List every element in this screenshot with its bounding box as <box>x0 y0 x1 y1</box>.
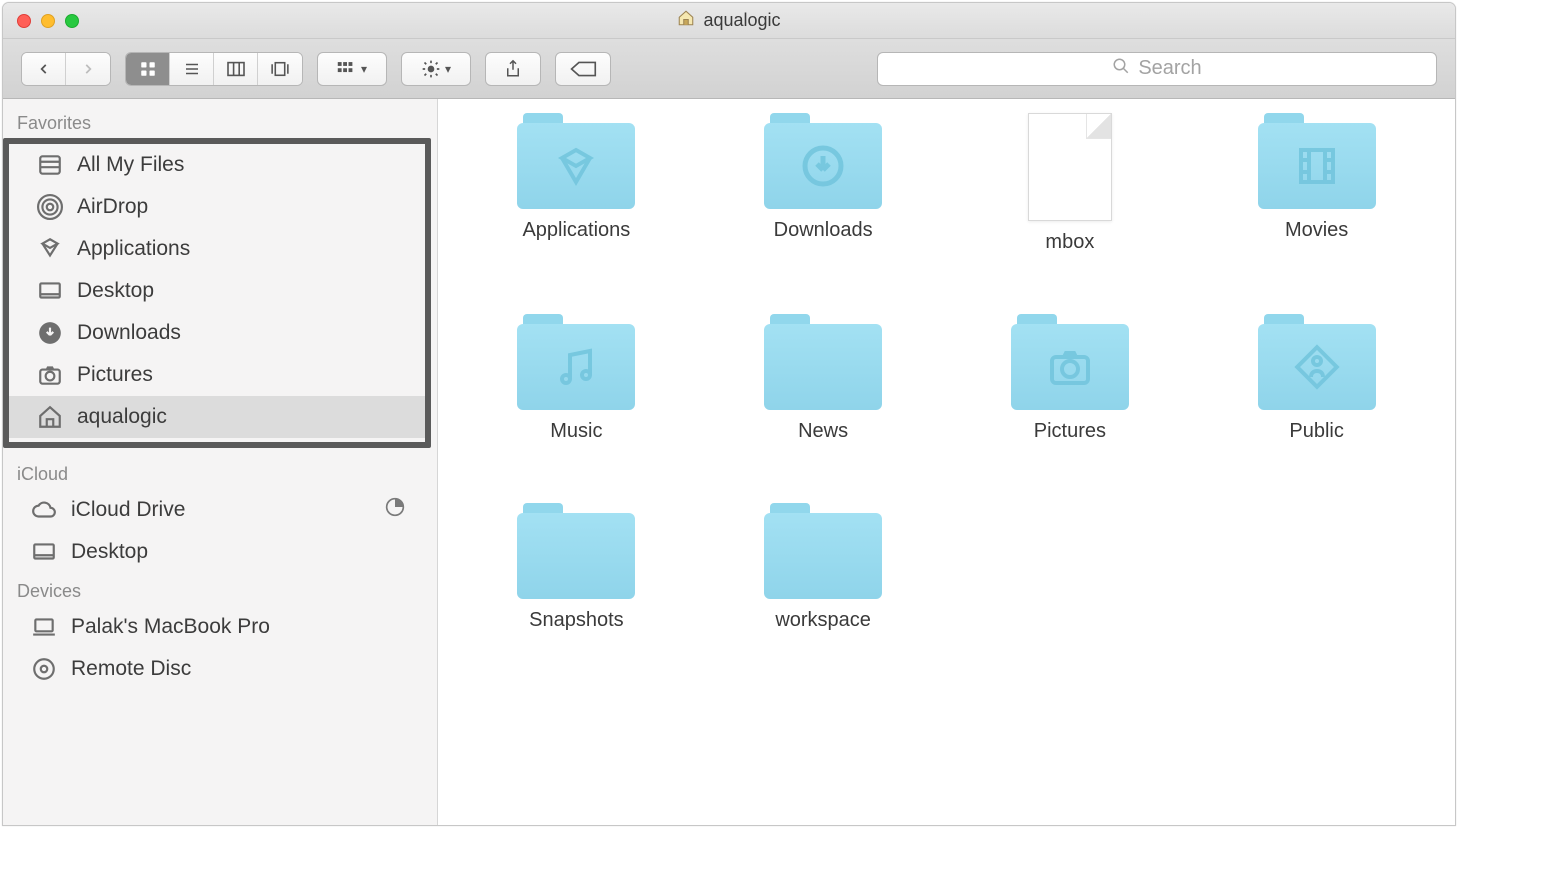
sidebar-item-applications[interactable]: Applications <box>9 228 425 270</box>
file-item-label: Movies <box>1285 219 1348 242</box>
sidebar-item-aqualogic[interactable]: aqualogic <box>9 396 425 438</box>
sidebar-item-pictures[interactable]: Pictures <box>9 354 425 396</box>
disc-icon <box>31 656 57 682</box>
window-title-text: aqualogic <box>703 10 780 31</box>
sidebar-item-label: Downloads <box>77 321 181 345</box>
sidebar-item-icloud-desktop[interactable]: Desktop <box>3 531 437 573</box>
toolbar: ▾ ▾ Search <box>3 39 1455 99</box>
search-icon <box>1112 57 1130 81</box>
folder-icon <box>764 503 882 599</box>
file-item-label: Downloads <box>774 219 873 242</box>
file-item[interactable]: Movies <box>1198 113 1435 254</box>
content-area: Favorites All My Files AirDrop Applicati… <box>3 99 1455 825</box>
folder-icon <box>764 314 882 410</box>
home-icon <box>677 9 695 32</box>
folder-icon <box>1011 314 1129 410</box>
forward-button[interactable] <box>66 53 110 85</box>
sidebar-item-all-my-files[interactable]: All My Files <box>9 144 425 186</box>
share-button[interactable] <box>485 52 541 86</box>
search-placeholder: Search <box>1138 57 1201 80</box>
icloud-header: iCloud <box>3 456 437 489</box>
file-item-label: Music <box>550 420 602 443</box>
finder-window: aqualogic <box>2 2 1456 826</box>
view-mode-buttons <box>125 52 303 86</box>
folder-icon <box>1258 314 1376 410</box>
file-item-label: mbox <box>1045 231 1094 254</box>
main-area[interactable]: Applications Downloads mbox Movies Music News… <box>438 99 1455 825</box>
folder-icon <box>517 314 635 410</box>
sidebar-item-label: AirDrop <box>77 195 148 219</box>
file-item-label: Pictures <box>1034 420 1106 443</box>
close-button[interactable] <box>17 14 31 28</box>
applications-icon <box>37 236 63 262</box>
sidebar: Favorites All My Files AirDrop Applicati… <box>3 99 438 825</box>
chevron-down-icon: ▾ <box>361 62 367 76</box>
window-title: aqualogic <box>677 9 780 32</box>
cloud-icon <box>31 497 57 523</box>
sidebar-item-label: All My Files <box>77 153 184 177</box>
action-button[interactable]: ▾ <box>401 52 471 86</box>
files-icon <box>37 152 63 178</box>
file-item-label: Applications <box>522 219 630 242</box>
maximize-button[interactable] <box>65 14 79 28</box>
tags-button[interactable] <box>555 52 611 86</box>
file-item[interactable]: Music <box>458 314 695 443</box>
sidebar-item-macbook[interactable]: Palak's MacBook Pro <box>3 606 437 648</box>
folder-icon <box>764 113 882 209</box>
folder-icon <box>517 503 635 599</box>
laptop-icon <box>31 614 57 640</box>
list-view-button[interactable] <box>170 53 214 85</box>
icon-view-button[interactable] <box>126 53 170 85</box>
file-item[interactable]: Downloads <box>705 113 942 254</box>
favorites-header: Favorites <box>3 105 437 138</box>
back-button[interactable] <box>22 53 66 85</box>
sidebar-item-airdrop[interactable]: AirDrop <box>9 186 425 228</box>
window-controls <box>17 14 79 28</box>
sidebar-item-label: Palak's MacBook Pro <box>71 615 270 639</box>
file-item-label: News <box>798 420 848 443</box>
desktop-icon <box>31 539 57 565</box>
search-input[interactable]: Search <box>877 52 1437 86</box>
minimize-button[interactable] <box>41 14 55 28</box>
favorites-section: All My Files AirDrop Applications Deskto… <box>3 138 431 448</box>
devices-header: Devices <box>3 573 437 606</box>
file-item[interactable]: mbox <box>952 113 1189 254</box>
camera-icon <box>37 362 63 388</box>
sidebar-item-label: Desktop <box>77 279 154 303</box>
file-item[interactable]: Snapshots <box>458 503 695 632</box>
desktop-icon <box>37 278 63 304</box>
file-item[interactable]: Applications <box>458 113 695 254</box>
column-view-button[interactable] <box>214 53 258 85</box>
arrange-button[interactable]: ▾ <box>317 52 387 86</box>
file-item[interactable]: News <box>705 314 942 443</box>
sidebar-item-icloud-drive[interactable]: iCloud Drive <box>3 489 437 531</box>
nav-buttons <box>21 52 111 86</box>
file-item-label: Snapshots <box>529 609 624 632</box>
file-item-label: workspace <box>775 609 871 632</box>
folder-icon <box>1258 113 1376 209</box>
sidebar-item-label: iCloud Drive <box>71 498 185 522</box>
sidebar-item-downloads[interactable]: Downloads <box>9 312 425 354</box>
home-icon <box>37 404 63 430</box>
sidebar-item-label: Pictures <box>77 363 153 387</box>
sidebar-item-desktop[interactable]: Desktop <box>9 270 425 312</box>
titlebar[interactable]: aqualogic <box>3 3 1455 39</box>
sidebar-item-label: Desktop <box>71 540 148 564</box>
airdrop-icon <box>37 194 63 220</box>
file-item-label: Public <box>1289 420 1343 443</box>
file-item[interactable]: workspace <box>705 503 942 632</box>
downloads-icon <box>37 320 63 346</box>
sidebar-item-label: Remote Disc <box>71 657 191 681</box>
icloud-progress-icon <box>385 497 421 523</box>
sidebar-item-label: Applications <box>77 237 190 261</box>
coverflow-view-button[interactable] <box>258 53 302 85</box>
file-icon <box>1028 113 1112 221</box>
sidebar-item-label: aqualogic <box>77 405 167 429</box>
sidebar-item-remote-disc[interactable]: Remote Disc <box>3 648 437 690</box>
file-item[interactable]: Public <box>1198 314 1435 443</box>
chevron-down-icon: ▾ <box>445 62 451 76</box>
file-item[interactable]: Pictures <box>952 314 1189 443</box>
folder-icon <box>517 113 635 209</box>
